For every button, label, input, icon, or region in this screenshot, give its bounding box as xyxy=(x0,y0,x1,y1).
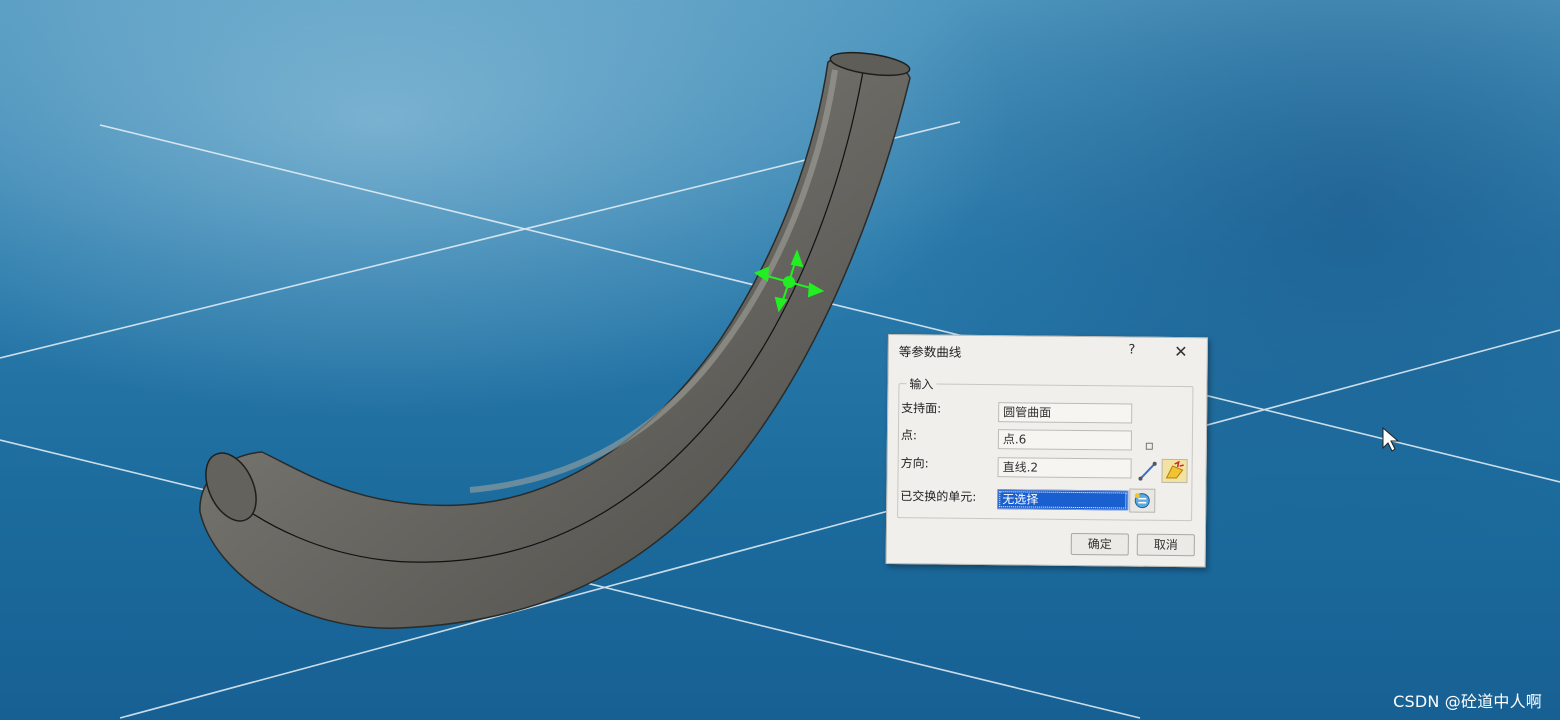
support-surface-field[interactable]: 圆管曲面 xyxy=(998,402,1133,424)
ok-button[interactable]: 确定 xyxy=(1070,532,1129,556)
support-surface-label: 支持面: xyxy=(901,401,942,416)
compass-direction-icon[interactable] xyxy=(1161,458,1188,484)
input-group-label: 输入 xyxy=(906,375,937,393)
point-label: 点: xyxy=(900,428,918,443)
swap-element-icon[interactable] xyxy=(1129,488,1156,513)
mouse-cursor-icon xyxy=(1382,426,1400,452)
swapped-elements-label: 已交换的单元: xyxy=(900,489,977,504)
swapped-elements-field[interactable]: 无选择 xyxy=(997,489,1129,511)
direction-label: 方向: xyxy=(900,456,929,471)
isoparametric-curve-dialog: 等参数曲线 ? ✕ 输入 支持面: 圆管曲面 点: 点.6 方向: 直线.2 已… xyxy=(885,334,1208,568)
cancel-button[interactable]: 取消 xyxy=(1136,533,1195,557)
help-button[interactable]: ? xyxy=(1125,342,1139,360)
dialog-title: 等参数曲线 xyxy=(898,344,962,360)
dialog-titlebar[interactable]: 等参数曲线 ? ✕ xyxy=(889,335,1207,368)
direction-field[interactable]: 直线.2 xyxy=(997,457,1132,479)
line-direction-icon[interactable] xyxy=(1137,460,1157,482)
3d-viewport[interactable]: 等参数曲线 ? ✕ 输入 支持面: 圆管曲面 点: 点.6 方向: 直线.2 已… xyxy=(0,0,1560,720)
pipe-surface[interactable] xyxy=(196,49,911,629)
point-option-checkbox[interactable] xyxy=(1145,442,1153,450)
pipe-body xyxy=(199,54,911,629)
scene-canvas[interactable] xyxy=(0,0,1560,720)
watermark: CSDN @砼道中人啊 xyxy=(1393,692,1542,711)
close-button[interactable]: ✕ xyxy=(1171,342,1191,362)
point-field[interactable]: 点.6 xyxy=(997,429,1133,451)
grid-lines xyxy=(0,121,1560,719)
